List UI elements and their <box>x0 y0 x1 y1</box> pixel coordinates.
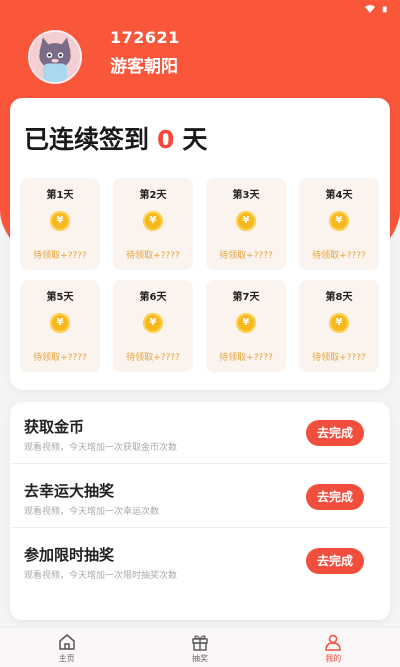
checkin-day-4[interactable]: 第4天 ¥ 待领取+???? <box>299 178 379 270</box>
coin-icon: ¥ <box>236 313 256 333</box>
day-reward: 待领取+???? <box>312 251 366 261</box>
checkin-day-6[interactable]: 第6天 ¥ 待领取+???? <box>113 280 193 372</box>
gift-icon <box>192 635 208 651</box>
tab-home[interactable]: 主页 <box>0 628 133 667</box>
bottom-tab-bar: 主页 抽奖 我的 <box>0 627 400 667</box>
day-label: 第2天 <box>139 190 167 201</box>
tab-lottery[interactable]: 抽奖 <box>133 628 266 667</box>
coin-icon: ¥ <box>143 313 163 333</box>
checkin-day-1[interactable]: 第1天 ¥ 待领取+???? <box>20 178 100 270</box>
checkin-day-3[interactable]: 第3天 ¥ 待领取+???? <box>206 178 286 270</box>
task-row-get-coins: 获取金币 观看视频，今天增加一次获取金币次数 去完成 <box>10 402 390 464</box>
user-icon <box>325 634 342 651</box>
day-reward: 待领取+???? <box>312 353 366 363</box>
avatar[interactable] <box>28 30 82 84</box>
user-name: 游客朝阳 <box>110 57 178 77</box>
coin-icon: ¥ <box>329 313 349 333</box>
day-reward: 待领取+???? <box>126 251 180 261</box>
tasks-card: 获取金币 观看视频，今天增加一次获取金币次数 去完成 去幸运大抽奖 观看视频，今… <box>10 402 390 620</box>
complete-task-button[interactable]: 去完成 <box>306 420 364 446</box>
task-title: 去幸运大抽奖 <box>24 482 115 500</box>
checkin-day-8[interactable]: 第8天 ¥ 待领取+???? <box>299 280 379 372</box>
checkin-title-prefix: 已连续签到 <box>24 125 150 154</box>
day-label: 第5天 <box>46 292 74 303</box>
tab-label: 我的 <box>325 654 342 663</box>
day-reward: 待领取+???? <box>33 251 87 261</box>
checkin-card: 已连续签到 0 天 第1天 ¥ 待领取+???? 第2天 ¥ 待领取+???? 第3… <box>10 98 390 390</box>
task-description: 观看视频，今天增加一次幸运次数 <box>24 507 160 517</box>
battery-icon <box>382 6 387 13</box>
task-description: 观看视频，今天增加一次获取金币次数 <box>24 443 178 453</box>
wifi-icon <box>365 5 375 13</box>
task-title: 获取金币 <box>24 418 85 436</box>
tab-label: 抽奖 <box>191 654 208 663</box>
checkin-title: 已连续签到 0 天 <box>24 120 207 156</box>
checkin-day-7[interactable]: 第7天 ¥ 待领取+???? <box>206 280 286 372</box>
day-label: 第3天 <box>232 190 260 201</box>
complete-task-button[interactable]: 去完成 <box>306 484 364 510</box>
coin-icon: ¥ <box>143 211 163 231</box>
checkin-day-2[interactable]: 第2天 ¥ 待领取+???? <box>113 178 193 270</box>
coin-icon: ¥ <box>50 211 70 231</box>
day-reward: 待领取+???? <box>219 251 273 261</box>
task-title: 参加限时抽奖 <box>24 546 115 564</box>
day-reward: 待领取+???? <box>219 353 273 363</box>
home-icon <box>58 634 75 650</box>
status-bar <box>0 0 400 18</box>
user-id: 172621 <box>110 28 180 47</box>
tab-mine[interactable]: 我的 <box>267 628 400 667</box>
task-row-limited-draw: 参加限时抽奖 观看视频，今天增加一次限时抽奖次数 去完成 <box>10 530 390 592</box>
day-label: 第4天 <box>325 190 353 201</box>
coin-icon: ¥ <box>329 211 349 231</box>
checkin-streak-count: 0 <box>157 125 175 154</box>
day-reward: 待领取+???? <box>126 353 180 363</box>
complete-task-button[interactable]: 去完成 <box>306 548 364 574</box>
day-label: 第8天 <box>325 292 353 303</box>
day-label: 第7天 <box>232 292 260 303</box>
day-label: 第6天 <box>139 292 167 303</box>
avatar-cat-image <box>30 32 80 82</box>
checkin-title-suffix: 天 <box>182 125 208 154</box>
checkin-days-grid: 第1天 ¥ 待领取+???? 第2天 ¥ 待领取+???? 第3天 ¥ 待领取+… <box>20 178 380 372</box>
checkin-day-5[interactable]: 第5天 ¥ 待领取+???? <box>20 280 100 372</box>
coin-icon: ¥ <box>50 313 70 333</box>
tab-label: 主页 <box>58 654 75 663</box>
coin-icon: ¥ <box>236 211 256 231</box>
day-label: 第1天 <box>46 190 74 201</box>
day-reward: 待领取+???? <box>33 353 87 363</box>
task-description: 观看视频，今天增加一次限时抽奖次数 <box>24 571 178 581</box>
task-row-lucky-draw: 去幸运大抽奖 观看视频，今天增加一次幸运次数 去完成 <box>10 466 390 528</box>
